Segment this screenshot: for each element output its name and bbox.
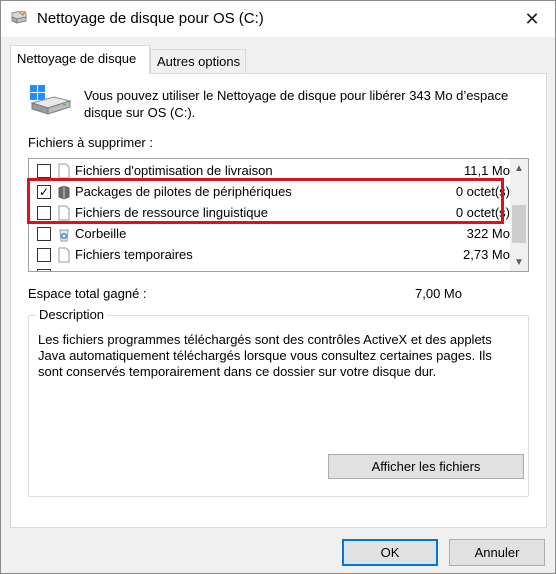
- description-text: Les fichiers programmes téléchargés sont…: [38, 332, 492, 379]
- file-checkbox[interactable]: [37, 205, 51, 220]
- driver-package-icon: [58, 185, 70, 199]
- file-size: 0 octet(s): [455, 205, 510, 220]
- file-checkbox[interactable]: [37, 163, 51, 178]
- disk-cleanup-dialog: Nettoyage de disque pour OS (C:) ✕ Netto…: [0, 0, 556, 574]
- file-label: Fichiers temporaires: [75, 247, 193, 262]
- window-title: Nettoyage de disque pour OS (C:): [37, 10, 264, 27]
- tab-more-options[interactable]: Autres options: [150, 49, 246, 73]
- list-item[interactable]: Fichiers de ressource linguistique 0 oct…: [29, 202, 511, 223]
- file-label: Fichiers d'optimisation de livraison: [75, 163, 273, 178]
- file-label: Corbeille: [75, 226, 127, 241]
- file-size: 11,1 Mo: [463, 163, 510, 178]
- document-icon: [58, 205, 70, 220]
- file-label: Fichiers de ressource linguistique: [75, 205, 268, 220]
- description-group: Description Les fichiers programmes télé…: [28, 307, 529, 497]
- file-checkbox[interactable]: [37, 226, 51, 241]
- tab-panel: Vous pouvez utiliser le Nettoyage de dis…: [10, 73, 547, 528]
- document-icon: [58, 163, 70, 178]
- description-title: Description: [36, 307, 108, 322]
- list-item[interactable]: Fichiers d'optimisation de livraison 11,…: [29, 160, 511, 181]
- file-size: 2,73 Mo: [463, 247, 510, 262]
- scroll-up-arrow-icon[interactable]: ▲: [510, 159, 528, 177]
- disk-cleanup-app-icon: [11, 11, 27, 24]
- disk-cleanup-drive-icon: [30, 85, 72, 115]
- scroll-thumb[interactable]: [512, 205, 526, 243]
- list-item[interactable]: Corbeille 322 Mo: [29, 223, 511, 244]
- intro-message: Vous pouvez utiliser le Nettoyage de dis…: [84, 88, 509, 120]
- ok-button[interactable]: OK: [342, 539, 438, 566]
- files-to-delete-label: Fichiers à supprimer :: [28, 135, 153, 150]
- recycle-bin-icon: [59, 229, 69, 241]
- document-icon: [58, 247, 70, 262]
- check-icon: ✓: [38, 184, 50, 199]
- file-label: Packages de pilotes de périphériques: [75, 184, 292, 199]
- list-item-partial[interactable]: [29, 265, 511, 271]
- list-scrollbar[interactable]: ▲ ▼: [510, 159, 528, 271]
- close-icon: ✕: [524, 8, 540, 29]
- file-size: 0 octet(s): [455, 184, 510, 199]
- close-button[interactable]: ✕: [509, 1, 555, 37]
- cancel-button[interactable]: Annuler: [449, 539, 545, 566]
- tab-disk-cleanup[interactable]: Nettoyage de disque: [10, 45, 150, 74]
- file-checkbox[interactable]: ✓: [37, 184, 51, 199]
- file-checkbox[interactable]: [37, 247, 51, 262]
- file-checkbox[interactable]: [37, 268, 51, 271]
- files-list[interactable]: Fichiers d'optimisation de livraison 11,…: [28, 158, 529, 272]
- view-files-button[interactable]: Afficher les fichiers: [328, 454, 524, 479]
- list-item[interactable]: Fichiers temporaires 2,73 Mo: [29, 244, 511, 265]
- space-gained-value: 7,00 Mo: [415, 286, 462, 301]
- title-bar: Nettoyage de disque pour OS (C:) ✕: [1, 1, 555, 37]
- scroll-down-arrow-icon[interactable]: ▼: [510, 253, 528, 271]
- file-size: 322 Mo: [466, 226, 510, 241]
- space-gained-label: Espace total gagné :: [28, 286, 147, 301]
- list-item[interactable]: ✓ Packages de pilotes de périphériques 0…: [29, 181, 511, 202]
